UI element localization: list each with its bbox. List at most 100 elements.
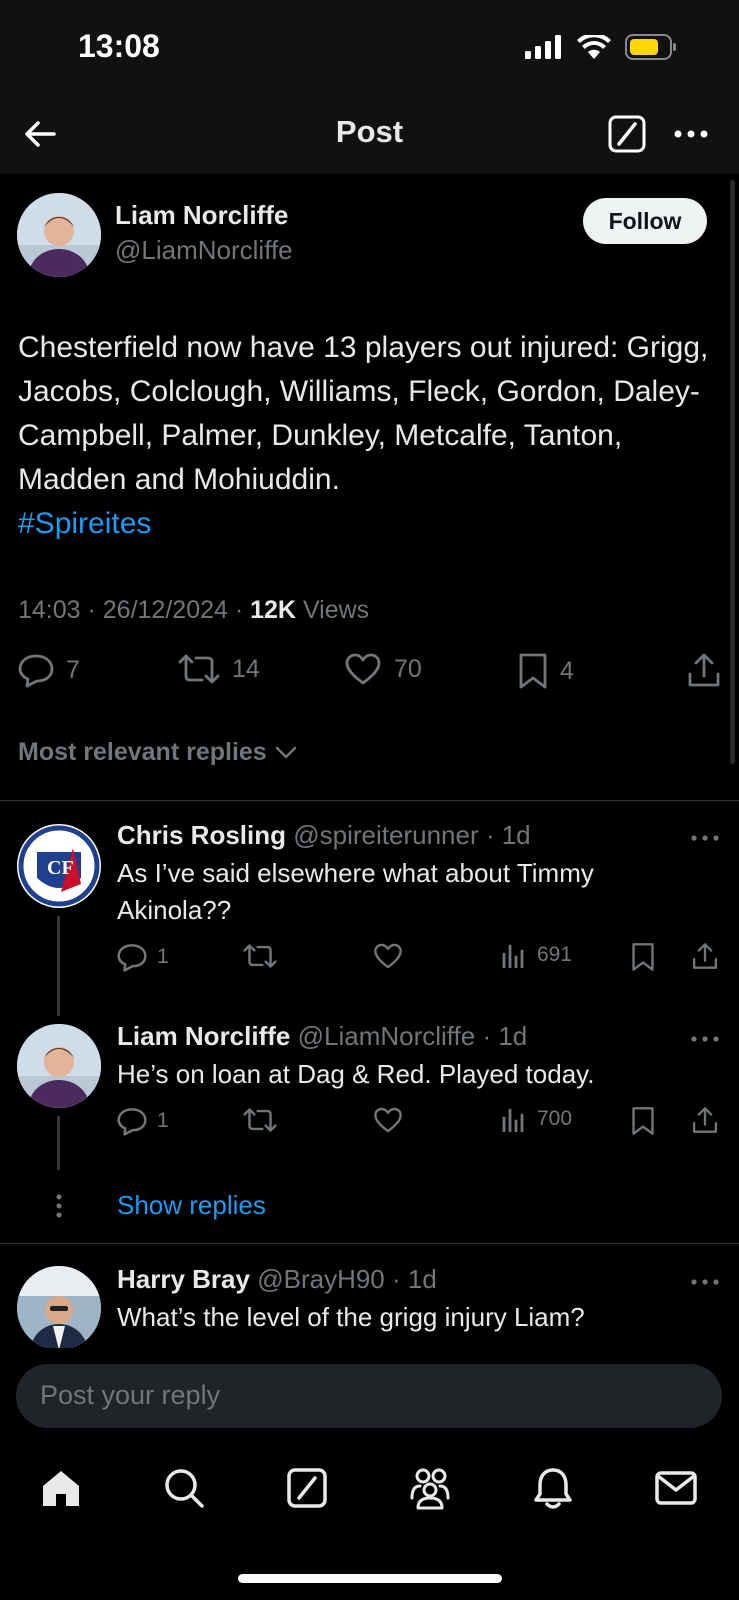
heart-icon	[374, 943, 402, 969]
post-text: Chesterfield now have 13 players out inj…	[18, 326, 718, 546]
bookmark-button[interactable]: 4	[518, 652, 574, 690]
wifi-icon	[577, 35, 611, 59]
reply-count: 7	[66, 655, 80, 684]
post-body: Chesterfield now have 13 players out inj…	[18, 331, 709, 496]
share-button[interactable]	[686, 652, 722, 688]
divider	[0, 800, 739, 801]
bookmark-count: 4	[560, 656, 574, 685]
reply-author-handle[interactable]: @BrayH90 · 1d	[257, 1264, 437, 1294]
divider	[0, 1243, 739, 1244]
home-indicator[interactable]	[238, 1574, 502, 1583]
share-icon	[692, 1107, 718, 1133]
reply-avatar[interactable]	[17, 1024, 101, 1108]
reply-header: Chris Rosling @spireiterunner · 1d	[117, 820, 531, 851]
author-name[interactable]: Liam Norcliffe	[115, 200, 288, 231]
post-actions: 7 14 70 4	[18, 652, 723, 702]
views-count: 691	[537, 943, 573, 966]
repost-button[interactable]	[243, 1106, 277, 1134]
repost-icon	[243, 1108, 277, 1132]
more-options-icon[interactable]	[673, 116, 709, 152]
reply-header: Harry Bray @BrayH90 · 1d	[117, 1264, 437, 1295]
reply-avatar[interactable]: CF	[17, 824, 101, 908]
views-button[interactable]: 700	[501, 1106, 572, 1132]
reply-button[interactable]: 7	[18, 652, 80, 688]
views-button[interactable]: 691	[501, 942, 572, 968]
share-button[interactable]	[691, 1106, 719, 1134]
heart-icon	[374, 1107, 402, 1133]
replies-sort-dropdown[interactable]: Most relevant replies	[18, 738, 297, 767]
thread-line	[57, 1116, 60, 1170]
reply-button[interactable]: 1	[117, 942, 169, 972]
reply-icon	[117, 944, 147, 972]
share-button[interactable]	[691, 942, 719, 970]
bookmark-button[interactable]	[631, 942, 655, 972]
views-label: Views	[296, 596, 370, 624]
home-icon[interactable]	[39, 1466, 83, 1510]
reply-actions: 1 691	[117, 942, 722, 978]
reply-author-name[interactable]: Liam Norcliffe	[117, 1021, 290, 1051]
status-icons	[525, 34, 677, 60]
reply-count: 1	[157, 945, 169, 968]
reply-header: Liam Norcliffe @LiamNorcliffe · 1d	[117, 1021, 527, 1052]
reply-author-name[interactable]: Chris Rosling	[117, 820, 286, 850]
reply-text: What’s the level of the grigg injury Lia…	[117, 1302, 585, 1332]
repost-count: 14	[232, 654, 260, 683]
hashtag-link[interactable]: #Spireites	[18, 502, 718, 546]
repost-icon	[243, 944, 277, 968]
author-avatar[interactable]	[17, 193, 101, 277]
grok-icon[interactable]	[607, 114, 647, 154]
like-button[interactable]	[373, 942, 403, 970]
repost-button[interactable]: 14	[178, 652, 260, 686]
views-count: 12K	[250, 596, 296, 624]
like-button[interactable]	[373, 1106, 403, 1134]
show-replies-link[interactable]: Show replies	[117, 1190, 266, 1221]
views-count: 700	[537, 1107, 573, 1130]
repost-icon	[178, 654, 220, 684]
signal-icon	[525, 35, 561, 59]
reply-input-placeholder: Post your reply	[40, 1380, 221, 1410]
reply-avatar[interactable]	[17, 1266, 101, 1350]
reply-button[interactable]: 1	[117, 1106, 169, 1136]
chevron-down-icon	[275, 746, 296, 758]
follow-button[interactable]: Follow	[583, 198, 707, 244]
reply-count: 1	[157, 1109, 169, 1132]
post-meta: 14:03 · 26/12/2024 · 12K Views	[18, 596, 369, 625]
status-time: 13:08	[78, 28, 160, 64]
reply-more-icon[interactable]	[690, 1276, 720, 1288]
bookmark-button[interactable]	[631, 1106, 655, 1136]
share-icon	[692, 943, 718, 969]
heart-icon	[345, 653, 381, 685]
communities-icon[interactable]	[408, 1466, 452, 1510]
reply-more-icon[interactable]	[690, 832, 720, 844]
reply-author-handle[interactable]: @spireiterunner · 1d	[293, 820, 530, 850]
search-icon[interactable]	[162, 1466, 206, 1510]
bookmark-icon	[632, 1107, 654, 1135]
reply-text: He’s on loan at Dag & Red. Played today.	[117, 1059, 595, 1089]
reply-more-icon[interactable]	[690, 1033, 720, 1045]
status-bar: 13:08	[0, 0, 739, 96]
share-icon	[688, 653, 720, 687]
scrollbar[interactable]	[730, 180, 735, 764]
like-count: 70	[394, 654, 422, 683]
svg-text:CF: CF	[47, 857, 74, 879]
repost-button[interactable]	[243, 942, 277, 970]
analytics-icon	[502, 944, 524, 968]
reply-author-handle[interactable]: @LiamNorcliffe · 1d	[298, 1021, 528, 1051]
post-timestamp: 14:03 · 26/12/2024 ·	[18, 596, 251, 624]
like-button[interactable]: 70	[344, 652, 422, 686]
vertical-dots-icon	[56, 1194, 62, 1218]
top-bar: Post	[0, 96, 739, 174]
bookmark-icon	[632, 943, 654, 971]
thread-line	[57, 916, 60, 1016]
reply-icon	[117, 1108, 147, 1136]
reply-actions: 1 700	[117, 1106, 722, 1142]
bookmark-icon	[519, 653, 547, 689]
author-handle[interactable]: @LiamNorcliffe	[115, 235, 293, 266]
notifications-icon[interactable]	[531, 1466, 575, 1510]
messages-icon[interactable]	[654, 1466, 698, 1510]
reply-icon	[18, 654, 54, 688]
replies-sort-label: Most relevant replies	[18, 738, 267, 766]
analytics-icon	[502, 1108, 524, 1132]
reply-author-name[interactable]: Harry Bray	[117, 1264, 250, 1294]
grok-icon[interactable]	[285, 1466, 329, 1510]
